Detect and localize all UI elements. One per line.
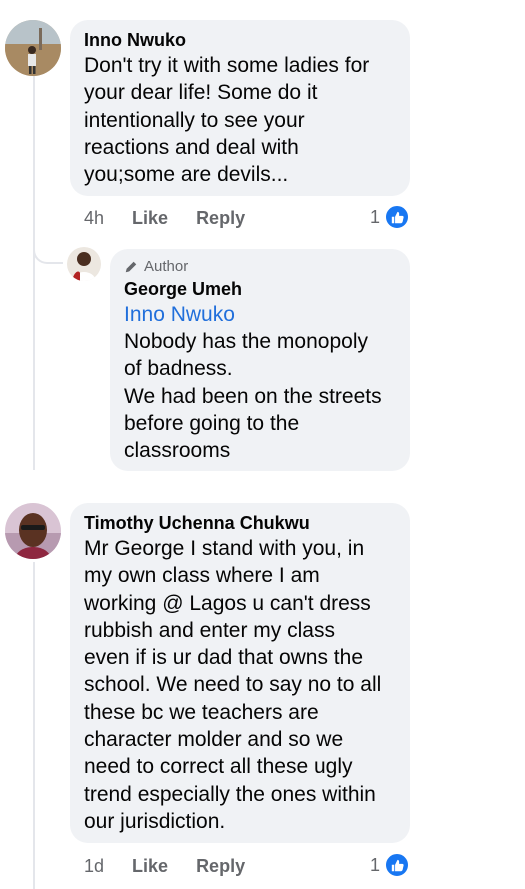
reaction-summary[interactable]: 1 [370, 204, 411, 230]
author-badge: Author [124, 257, 396, 277]
comment-author-name[interactable]: Inno Nwuko [84, 28, 396, 52]
comment-text: Nobody has the monopoly of badness. We h… [124, 330, 382, 463]
mention-link[interactable]: Inno Nwuko [124, 301, 396, 328]
reply-button[interactable]: Reply [196, 208, 245, 229]
reply-button[interactable]: Reply [196, 856, 245, 877]
reaction-count: 1 [370, 206, 381, 227]
comment-timestamp[interactable]: 1d [84, 856, 104, 877]
comment-bubble-inno: Inno Nwuko Don't try it with some ladies… [70, 20, 410, 196]
comment-bubble-george: Author George Umeh Inno Nwuko Nobody has… [110, 249, 410, 471]
thread-line-2 [33, 562, 35, 889]
author-badge-label: Author [144, 258, 189, 275]
comment-bubble-timothy: Timothy Uchenna Chukwu Mr George I stand… [70, 503, 410, 843]
like-button[interactable]: Like [132, 208, 168, 229]
reaction-summary[interactable]: 1 [370, 852, 411, 878]
like-icon [384, 204, 411, 230]
comment-author-name[interactable]: George Umeh [124, 277, 396, 301]
like-button[interactable]: Like [132, 856, 168, 877]
thread-line-1 [33, 75, 35, 470]
avatar-george-umeh[interactable] [67, 247, 101, 281]
avatar-timothy-chukwu[interactable] [5, 503, 61, 559]
comment-text: Don't try it with some ladies for your d… [84, 54, 370, 187]
comment-actions: 4h Like Reply [84, 208, 245, 229]
like-icon [384, 852, 411, 878]
comment-text: Mr George I stand with you, in my own cl… [84, 537, 382, 833]
comment-actions: 1d Like Reply [84, 856, 245, 877]
comment-author-name[interactable]: Timothy Uchenna Chukwu [84, 511, 396, 535]
reply-connector [33, 240, 63, 264]
avatar-inno-nwuko[interactable] [5, 20, 61, 76]
comment-timestamp[interactable]: 4h [84, 208, 104, 229]
reaction-count: 1 [370, 854, 381, 875]
pencil-icon [125, 261, 137, 273]
